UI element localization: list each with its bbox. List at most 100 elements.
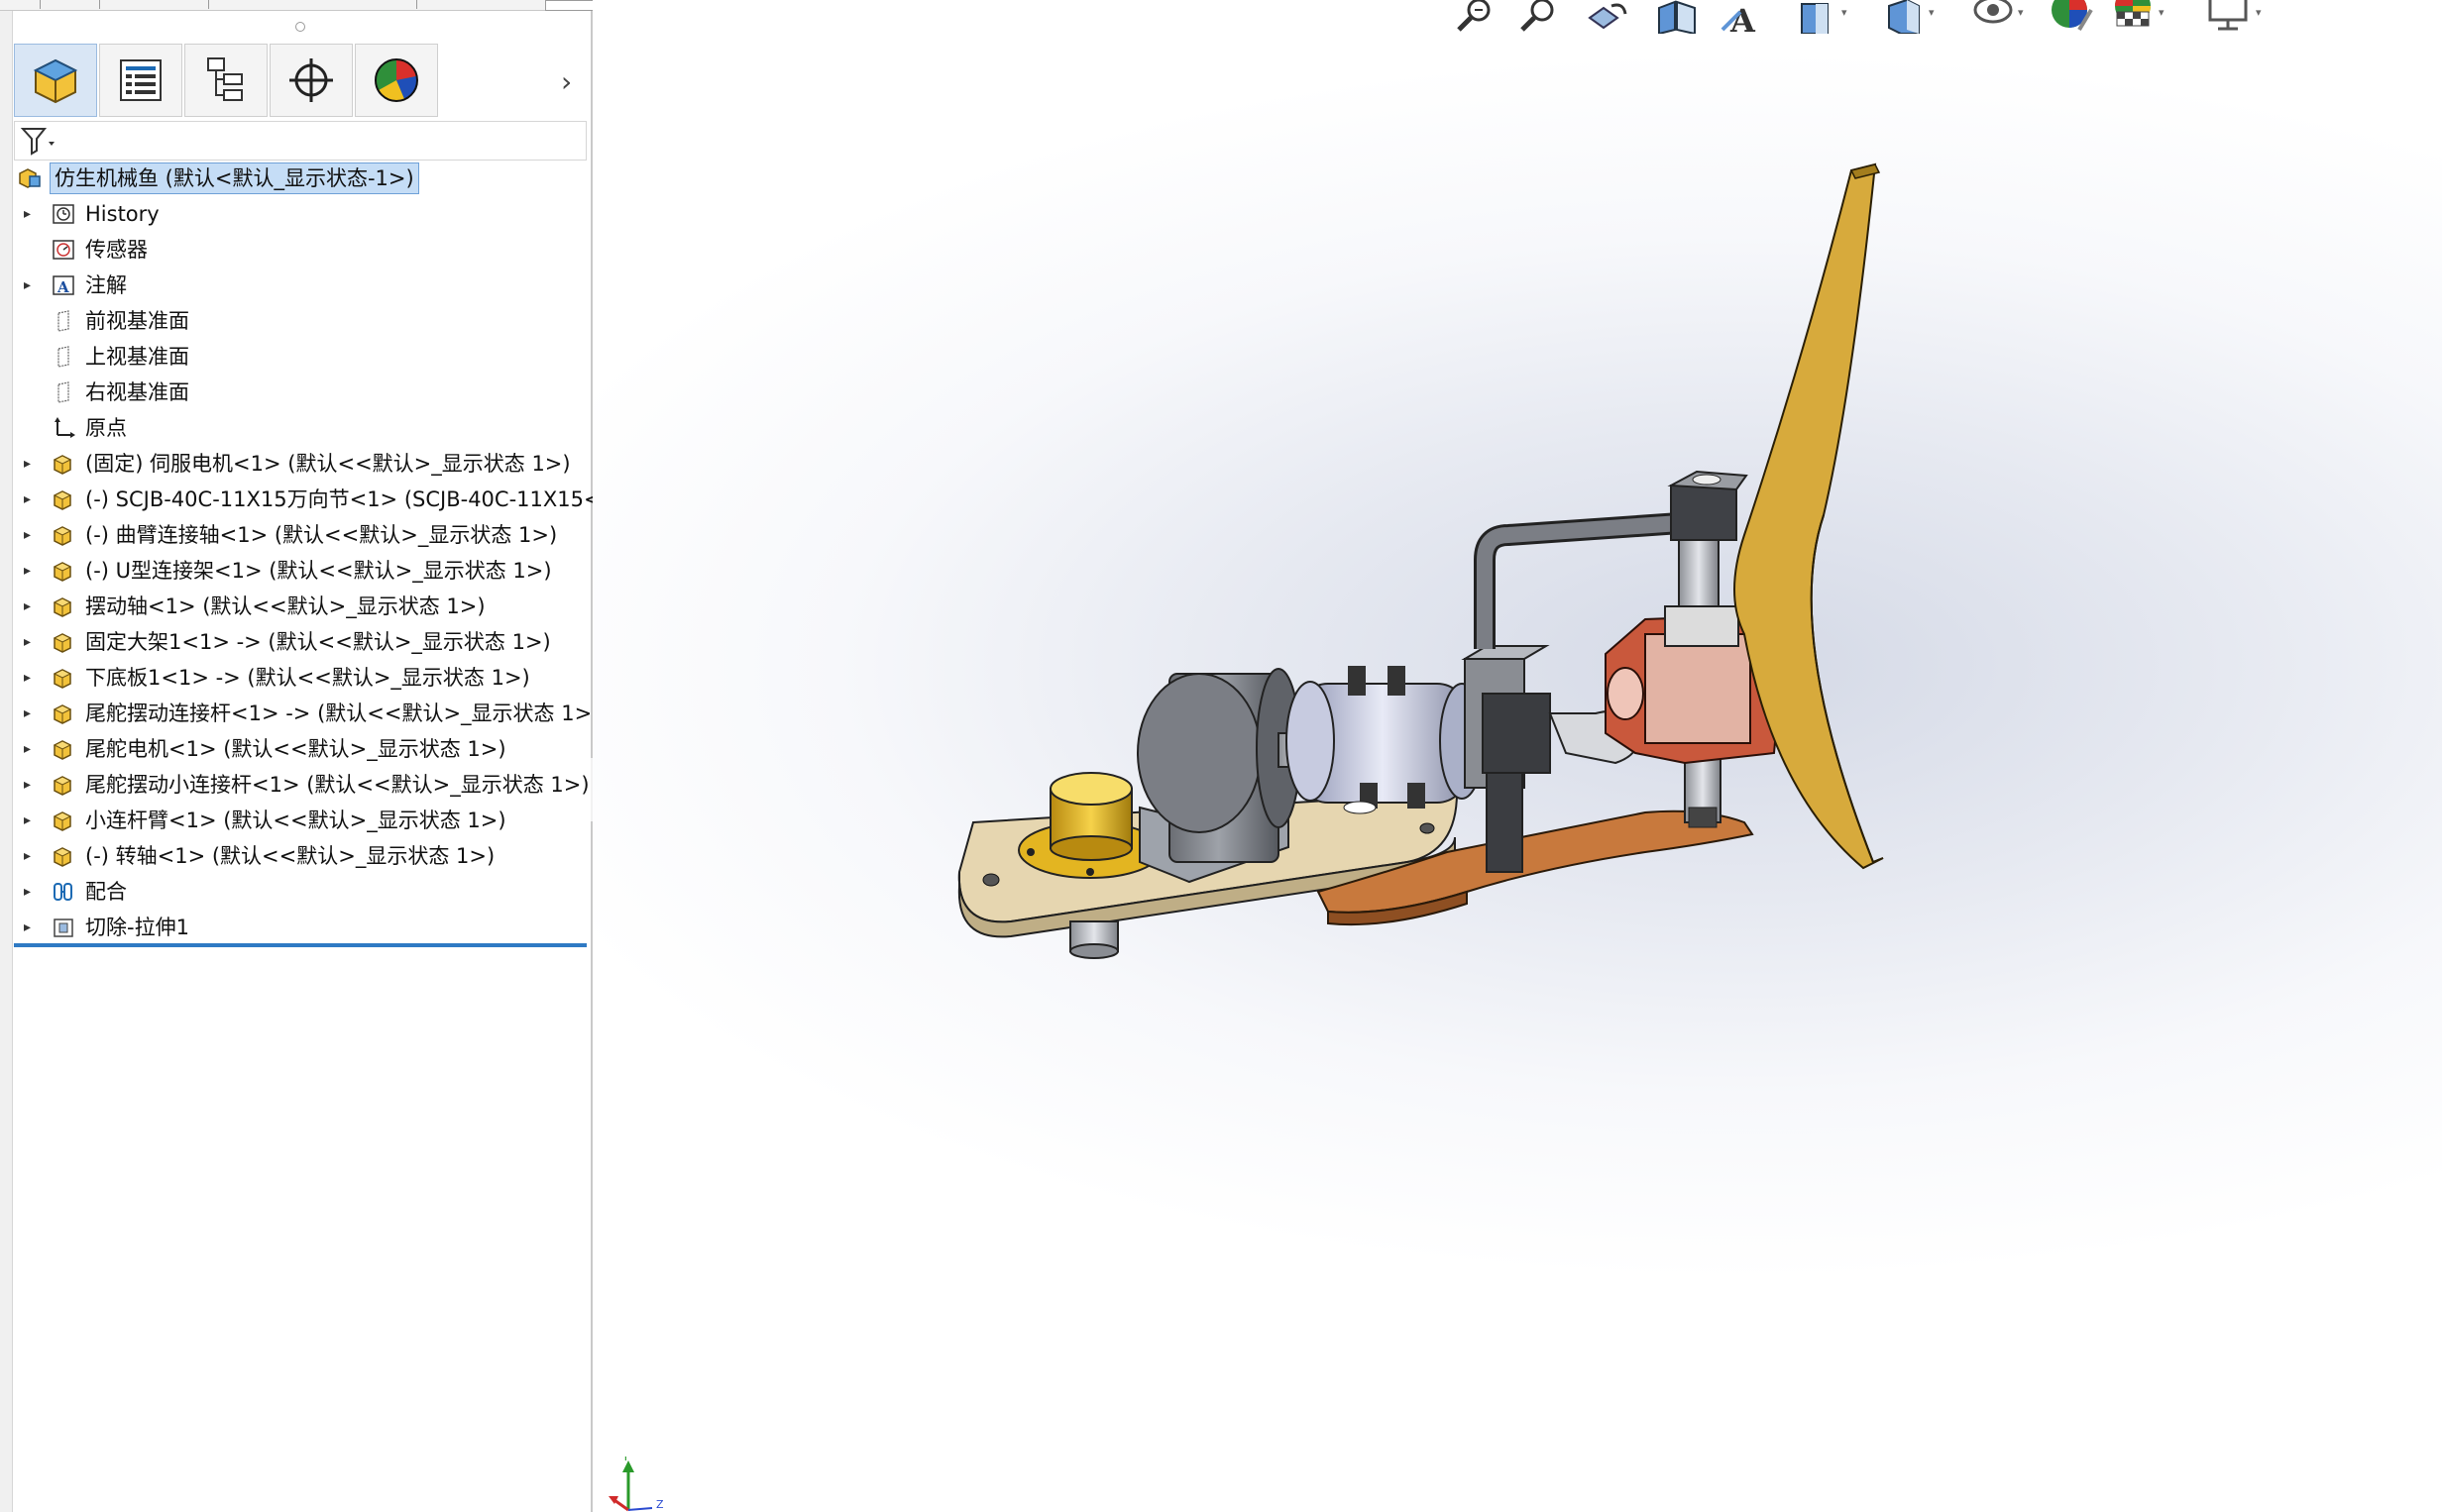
tree-item-label: (-) U型连接架<1> (默认<<默认>_显示状态 1>) <box>85 559 552 583</box>
tree-item-label: 尾舵摆动连接杆<1> -> (默认<<默认>_显示状态 1>) <box>85 702 601 725</box>
mate-icon <box>54 883 72 901</box>
expand-chevron-icon[interactable]: ▸ <box>24 196 38 232</box>
plane-icon <box>57 346 69 368</box>
tree-item[interactable]: 前视基准面 <box>14 303 587 339</box>
tail-fin[interactable] <box>1733 162 1884 870</box>
panel-splitter-handle[interactable] <box>295 22 305 32</box>
part-icon <box>53 562 72 582</box>
propertymanager-icon <box>120 59 162 101</box>
tree-item[interactable]: ▸ 尾舵电机<1> (默认<<默认>_显示状态 1>) <box>14 731 587 767</box>
plane-icon <box>57 310 69 332</box>
cut-extrude-icon <box>54 918 73 937</box>
tree-item-label: 切除-拉伸1 <box>85 916 189 939</box>
part-icon <box>53 740 72 760</box>
tree-rollback-bar[interactable] <box>14 943 587 947</box>
tree-root-assembly[interactable]: 仿生机械鱼 (默认<默认_显示状态-1>) <box>14 161 587 196</box>
expand-chevron-icon[interactable]: ▸ <box>24 874 38 910</box>
part-icon <box>53 597 72 617</box>
part-icon <box>53 526 72 546</box>
displaymanager-icon <box>375 58 418 102</box>
tree-item[interactable]: ▸ 固定大架1<1> -> (默认<<默认>_显示状态 1>) <box>14 624 587 660</box>
tree-item-label: 传感器 <box>85 238 148 262</box>
triad-y-label: Y <box>621 1457 629 1463</box>
tree-item[interactable]: ▸ History <box>14 196 587 232</box>
tree-item-label: 配合 <box>85 880 127 904</box>
svg-text:A: A <box>56 278 69 296</box>
expand-chevron-icon[interactable]: ▸ <box>24 446 38 482</box>
tree-item-label: (固定) 伺服电机<1> (默认<<默认>_显示状态 1>) <box>85 452 571 476</box>
origin-icon <box>55 417 75 438</box>
feature-tree: 仿生机械鱼 (默认<默认_显示状态-1>) ▸ History 传感器 ▸ A 注解前视基… <box>14 161 618 945</box>
expand-chevron-icon[interactable]: ▸ <box>24 803 38 838</box>
tree-item-label: 上视基准面 <box>85 345 189 369</box>
part-icon <box>53 490 72 510</box>
featuremanager-icon <box>33 58 78 104</box>
tree-item[interactable]: ▸ 尾舵摆动小连接杆<1> (默认<<默认>_显示状态 1>) <box>14 767 590 803</box>
universal-joint[interactable] <box>1285 666 1485 814</box>
tree-item[interactable]: 传感器 <box>14 232 587 268</box>
tree-item[interactable]: ▸ (-) SCJB-40C-11X15万向节<1> (SCJB-40C-11X1… <box>14 482 618 517</box>
tree-item-label: 注解 <box>85 273 127 297</box>
expand-chevron-icon[interactable]: ▸ <box>24 910 38 945</box>
expand-chevron-icon[interactable]: ▸ <box>24 696 38 731</box>
expand-chevron-icon[interactable]: ▸ <box>24 482 38 517</box>
tree-item[interactable]: ▸ 小连杆臂<1> (默认<<默认>_显示状态 1>) <box>14 803 587 838</box>
dimxpertmanager-tab[interactable] <box>270 44 353 117</box>
part-icon <box>53 455 72 475</box>
expand-chevron-icon[interactable]: ▸ <box>24 767 38 803</box>
plane-icon <box>57 381 69 403</box>
tree-item-label: 尾舵电机<1> (默认<<默认>_显示状态 1>) <box>85 737 506 761</box>
part-icon <box>53 704 72 724</box>
part-icon <box>53 776 72 796</box>
tree-item-label: 固定大架1<1> -> (默认<<默认>_显示状态 1>) <box>85 630 551 654</box>
tree-item[interactable]: ▸ A 注解 <box>14 268 587 303</box>
tree-filter-box[interactable] <box>14 121 587 161</box>
tree-root-label: 仿生机械鱼 (默认<默认_显示状态-1>) <box>50 162 419 194</box>
configurationmanager-tab[interactable] <box>184 44 268 117</box>
expand-chevron-icon[interactable]: ▸ <box>24 660 38 696</box>
tree-item[interactable]: ▸ 尾舵摆动连接杆<1> -> (默认<<默认>_显示状态 1>) <box>14 696 600 731</box>
expand-chevron-icon[interactable]: ▸ <box>24 838 38 874</box>
feature-manager-panel: › 仿生机械鱼 (默认<默认_显示状态-1>) ▸ History 传感器 ▸ A 注解前… <box>0 0 684 1512</box>
tree-item[interactable]: 原点 <box>14 410 587 446</box>
top-tab-strip <box>0 0 684 11</box>
robotic-fish-tail-model[interactable] <box>593 0 2442 1512</box>
expand-chevron-icon[interactable]: ▸ <box>24 553 38 589</box>
expand-chevron-icon[interactable]: ▸ <box>24 731 38 767</box>
tree-item[interactable]: ▸ 配合 <box>14 874 587 910</box>
configurationmanager-icon <box>207 57 243 101</box>
tree-item[interactable]: ▸ (-) 转轴<1> (默认<<默认>_显示状态 1>) <box>14 838 587 874</box>
manager-tabs <box>14 44 440 117</box>
expand-chevron-icon[interactable]: ▸ <box>24 624 38 660</box>
tree-item[interactable]: 上视基准面 <box>14 339 587 375</box>
expand-chevron-icon[interactable]: ▸ <box>24 268 38 303</box>
part-icon <box>53 633 72 653</box>
sensor-icon <box>53 240 74 260</box>
tree-item-label: 前视基准面 <box>85 309 189 333</box>
featuremanager-tab[interactable] <box>14 44 97 117</box>
part-icon <box>53 847 72 867</box>
expand-chevron-icon[interactable]: ▸ <box>24 517 38 553</box>
tree-item[interactable]: ▸ 切除-拉伸1 <box>14 910 587 945</box>
history-icon <box>53 204 74 224</box>
propertymanager-tab[interactable] <box>99 44 182 117</box>
displaymanager-tab[interactable] <box>355 44 438 117</box>
tree-item[interactable]: ▸ (-) U型连接架<1> (默认<<默认>_显示状态 1>) <box>14 553 587 589</box>
graphics-viewport[interactable]: A ▾ ▾ ▾ ▾ ▾ Y Z <box>593 0 2442 1512</box>
lower-shaft[interactable] <box>1069 920 1119 959</box>
tree-item-label: (-) SCJB-40C-11X15万向节<1> (SCJB-40C-11X15… <box>85 487 619 511</box>
tree-item[interactable]: ▸ (-) 曲臂连接轴<1> (默认<<默认>_显示状态 1>) <box>14 517 587 553</box>
tree-item[interactable]: ▸ 摆动轴<1> (默认<<默认>_显示状态 1>) <box>14 589 587 624</box>
tree-item[interactable]: ▸ (固定) 伺服电机<1> (默认<<默认>_显示状态 1>) <box>14 446 587 482</box>
expand-chevron-icon[interactable]: ▸ <box>24 589 38 624</box>
tree-item-label: 尾舵摆动小连接杆<1> (默认<<默认>_显示状态 1>) <box>85 773 590 797</box>
tree-item-label: 原点 <box>85 416 127 440</box>
more-tabs-chevron-icon[interactable]: › <box>561 65 572 98</box>
tree-item-label: (-) 曲臂连接轴<1> (默认<<默认>_显示状态 1>) <box>85 523 558 547</box>
tree-item[interactable]: ▸ 下底板1<1> -> (默认<<默认>_显示状态 1>) <box>14 660 587 696</box>
panel-left-strip <box>0 0 13 1512</box>
tree-item-label: 小连杆臂<1> (默认<<默认>_显示状态 1>) <box>85 809 506 832</box>
filter-icon[interactable] <box>19 124 58 158</box>
tree-item-label: History <box>85 202 160 226</box>
tree-item[interactable]: 右视基准面 <box>14 375 587 410</box>
